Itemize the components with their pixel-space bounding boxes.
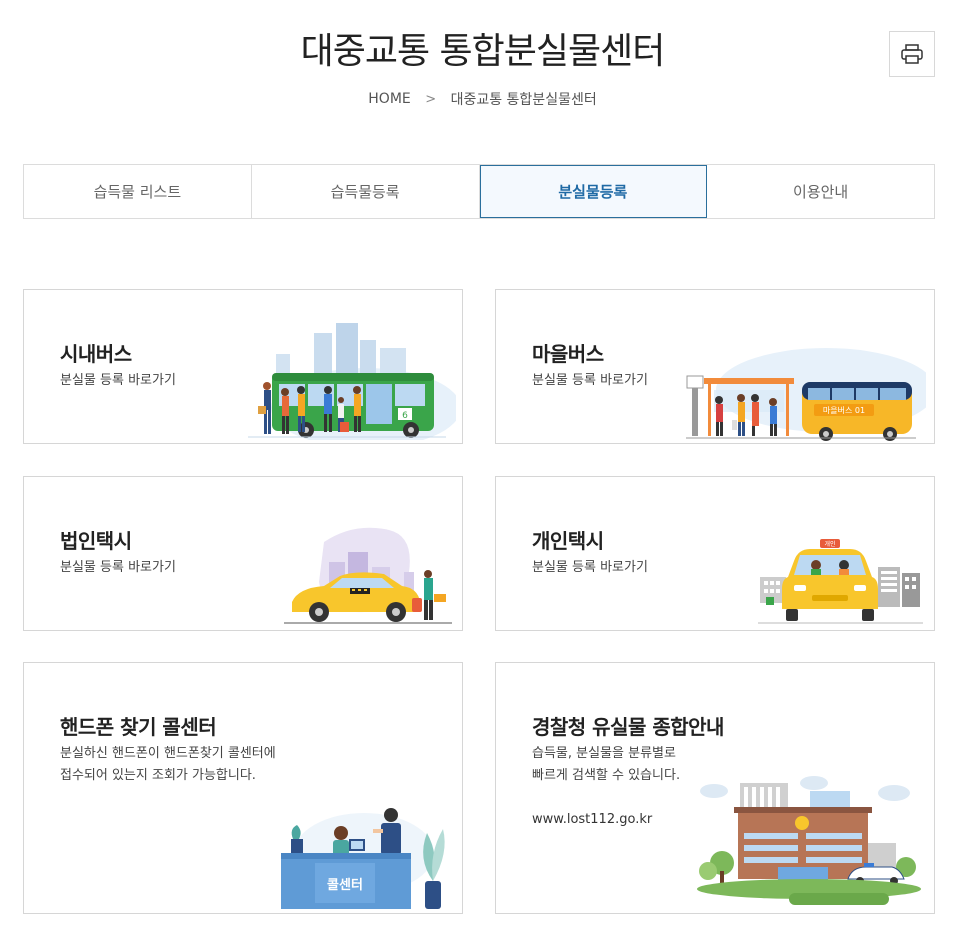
card-subtitle: 분실물 등록 바로가기 (532, 373, 648, 388)
card-title: 법인택시 (60, 529, 132, 553)
printer-icon (901, 44, 923, 64)
corporate-taxi-illustration (284, 527, 452, 624)
tab-bar: 습득물 리스트 습득물등록 분실물등록 이용안내 (23, 164, 935, 219)
card-subtitle-line-1: 분실하신 핸드폰이 핸드폰찾기 콜센터에 (60, 746, 276, 761)
card-subtitle: 분실물 등록 바로가기 (532, 560, 648, 575)
tab-found-list[interactable]: 습득물 리스트 (24, 165, 252, 218)
breadcrumb-home[interactable]: HOME (368, 91, 410, 107)
desk-label: 콜센터 (327, 877, 363, 893)
breadcrumb-separator: > (425, 91, 437, 107)
breadcrumb: HOME > 대중교통 통합분실물센터 (0, 89, 965, 109)
card-title: 마을버스 (532, 342, 604, 366)
card-phone-call-center[interactable]: 핸드폰 찾기 콜센터 분실하신 핸드폰이 핸드폰찾기 콜센터에 접수되어 있는지… (23, 662, 463, 914)
card-corporate-taxi[interactable]: 법인택시 분실물 등록 바로가기 (23, 476, 463, 631)
roof-sign: 개인 (824, 540, 835, 548)
private-taxi-illustration: 개인 (758, 539, 923, 624)
card-city-bus[interactable]: 시내버스 분실물 등록 바로가기 6 (23, 289, 463, 444)
page-title: 대중교통 통합분실물센터 (300, 31, 666, 72)
call-center-illustration: 콜센터 (281, 808, 445, 909)
bus-number: 6 (402, 411, 408, 421)
card-subtitle: 분실물 등록 바로가기 (60, 560, 176, 575)
card-subtitle: 분실물 등록 바로가기 (60, 373, 176, 388)
site-url-link[interactable]: www.lost112.go.kr (532, 812, 652, 827)
tab-usage-guide[interactable]: 이용안내 (707, 165, 934, 218)
print-button[interactable] (889, 31, 935, 77)
card-subtitle-line-1: 습득물, 분실물을 분류별로 (532, 746, 676, 761)
tab-found-register[interactable]: 습득물등록 (252, 165, 480, 218)
city-bus-illustration: 6 (248, 323, 456, 440)
card-title: 핸드폰 찾기 콜센터 (60, 715, 217, 739)
card-police-lost-center[interactable]: 경찰청 유실물 종합안내 습득물, 분실물을 분류별로 빠르게 검색할 수 있습… (495, 662, 935, 914)
police-station-illustration (697, 776, 921, 905)
card-village-bus[interactable]: 마을버스 분실물 등록 바로가기 마을버스 01 (495, 289, 935, 444)
village-bus-illustration: 마을버스 01 (686, 348, 926, 441)
tab-lost-register[interactable]: 분실물등록 (479, 165, 708, 218)
card-title: 시내버스 (60, 342, 132, 366)
card-title: 개인택시 (532, 529, 604, 553)
card-private-taxi[interactable]: 개인택시 분실물 등록 바로가기 개인 (495, 476, 935, 631)
breadcrumb-current: 대중교통 통합분실물센터 (450, 92, 597, 108)
card-title: 경찰청 유실물 종합안내 (532, 715, 724, 739)
card-subtitle-line-2: 빠르게 검색할 수 있습니다. (532, 768, 681, 783)
bus-label: 마을버스 01 (823, 405, 865, 415)
card-subtitle-line-2: 접수되어 있는지 조회가 가능합니다. (60, 768, 256, 783)
